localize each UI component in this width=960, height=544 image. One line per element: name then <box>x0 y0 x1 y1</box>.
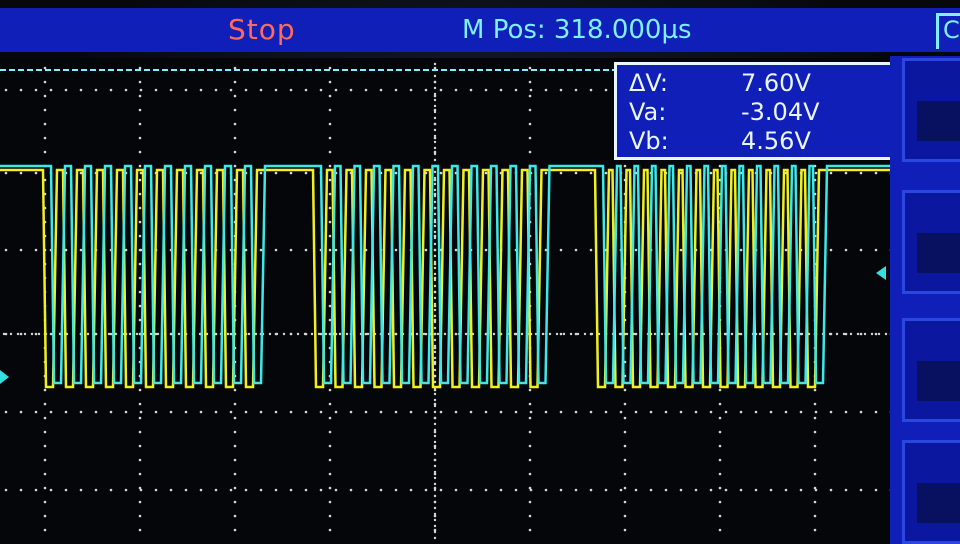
softkey-3-value <box>917 361 960 401</box>
softkey-4-value <box>917 483 960 523</box>
cursor-measurement-panel: ΔV: 7.60V Va: -3.04V Vb: 4.56V <box>614 62 898 160</box>
softkey-3[interactable] <box>902 318 960 422</box>
softkey-2-value <box>917 233 960 273</box>
softkey-4[interactable] <box>902 440 960 544</box>
measurement-value-delta: 7.60V <box>741 69 811 97</box>
measurement-value-va: -3.04V <box>741 98 820 126</box>
trigger-level-marker-icon <box>876 266 886 280</box>
measurement-label-delta: ΔV: <box>629 69 668 97</box>
trigger-position-marker-icon <box>0 370 9 384</box>
softkey-1-value <box>917 101 960 141</box>
top-status-bar: Stop M Pos: 318.000µs C <box>0 8 960 52</box>
measurement-label-va: Va: <box>629 98 667 126</box>
run-status-label: Stop <box>228 13 296 46</box>
softkey-1[interactable] <box>902 58 960 162</box>
main-position-readout: M Pos: 318.000µs <box>462 15 692 45</box>
softkey-menu <box>890 56 960 544</box>
measurement-label-vb: Vb: <box>629 127 669 155</box>
softkey-2[interactable] <box>902 190 960 294</box>
waveform-traces <box>0 164 900 389</box>
menu-title-fragment: C <box>936 13 960 49</box>
measurement-value-vb: 4.56V <box>741 127 811 155</box>
